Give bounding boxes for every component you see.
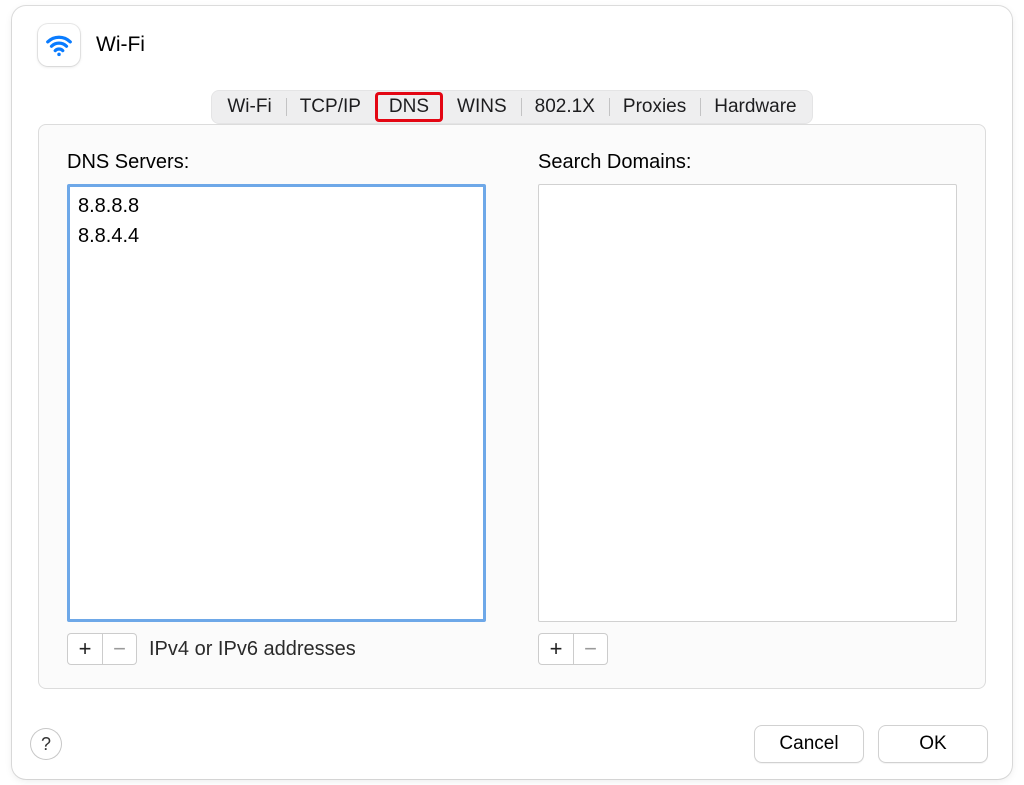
- help-button[interactable]: ?: [30, 728, 62, 760]
- search-domains-label: Search Domains:: [538, 151, 957, 174]
- dns-server-entry[interactable]: 8.8.4.4: [78, 221, 475, 251]
- search-domains-list[interactable]: [538, 184, 957, 622]
- window-title: Wi-Fi: [96, 33, 145, 57]
- dns-servers-list[interactable]: 8.8.8.8 8.8.4.4: [67, 184, 486, 622]
- tab-tcpip[interactable]: TCP/IP: [286, 92, 375, 122]
- dns-add-button[interactable]: +: [68, 634, 102, 664]
- tab-row: Wi-Fi TCP/IP DNS WINS 802.1X Proxies Har…: [12, 90, 1012, 124]
- cancel-button[interactable]: Cancel: [754, 725, 864, 763]
- tab-wins[interactable]: WINS: [443, 92, 521, 122]
- tab-hardware[interactable]: Hardware: [700, 92, 810, 122]
- search-domains-add-button[interactable]: +: [539, 634, 573, 664]
- tab-wifi[interactable]: Wi-Fi: [213, 92, 285, 122]
- dns-add-remove-group: + −: [67, 633, 137, 665]
- search-domains-remove-button[interactable]: −: [573, 634, 607, 664]
- search-domains-column: Search Domains: + −: [538, 151, 957, 666]
- dns-servers-column: DNS Servers: 8.8.8.8 8.8.4.4 + − IPv4 or…: [67, 151, 486, 666]
- tab-8021x[interactable]: 802.1X: [521, 92, 609, 122]
- dns-servers-label: DNS Servers:: [67, 151, 486, 174]
- header: Wi-Fi: [12, 6, 1012, 70]
- wifi-icon: [38, 24, 80, 66]
- ok-button[interactable]: OK: [878, 725, 988, 763]
- dns-hint: IPv4 or IPv6 addresses: [149, 638, 356, 661]
- footer: ? Cancel OK: [30, 725, 988, 763]
- dns-server-entry[interactable]: 8.8.8.8: [78, 191, 475, 221]
- search-domains-add-remove-group: + −: [538, 633, 608, 665]
- tab-dns[interactable]: DNS: [375, 92, 443, 122]
- network-advanced-window: Wi-Fi Wi-Fi TCP/IP DNS WINS 802.1X Proxi…: [12, 6, 1012, 779]
- tab-proxies[interactable]: Proxies: [609, 92, 700, 122]
- dns-remove-button[interactable]: −: [102, 634, 136, 664]
- content-panel: DNS Servers: 8.8.8.8 8.8.4.4 + − IPv4 or…: [38, 124, 986, 689]
- tab-bar: Wi-Fi TCP/IP DNS WINS 802.1X Proxies Har…: [211, 90, 812, 124]
